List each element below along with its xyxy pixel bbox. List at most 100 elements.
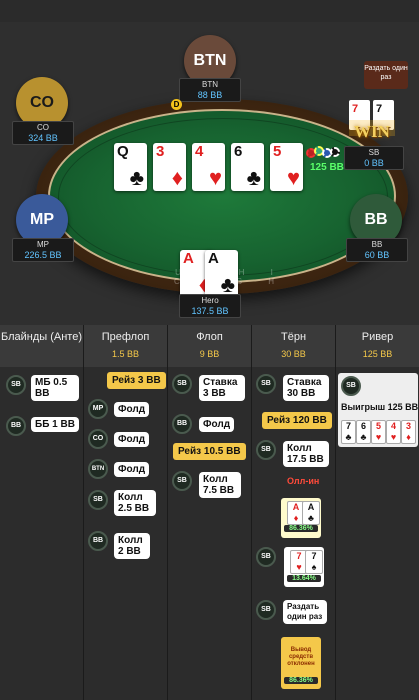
- river-hand-card-1: 7 ♣: [341, 420, 356, 444]
- river-hand-card-1-rank: 7: [345, 421, 351, 431]
- river-hand-card-3-suit-icon: ♥: [375, 432, 382, 442]
- seat-sb-name: SB: [368, 148, 380, 157]
- board-card-2-rank: 3: [156, 143, 165, 160]
- turn-sb3-position: SB: [256, 547, 276, 567]
- poker-table-area: U S H I C A S H Раздать один раз BTN BTN…: [0, 22, 419, 325]
- hero-card-1-rank: A: [183, 250, 194, 267]
- seat-mp-name: MP: [37, 240, 49, 249]
- board-card-5-suit-icon: ♥: [286, 165, 300, 190]
- seat-bb-plate: BB 60 BB: [346, 238, 408, 262]
- column-blinds-title: Блайнды (Анте): [0, 331, 82, 343]
- hero-card-2-rank: A: [208, 250, 219, 267]
- board-card-3-rank: 4: [195, 143, 204, 160]
- turn-sb4-position: SB: [256, 600, 276, 620]
- river-hand-card-2: 6 ♣: [356, 420, 371, 444]
- river-sb-position: SB: [341, 376, 361, 396]
- svg-text:7: 7: [352, 103, 358, 115]
- river-hand-card-4-rank: 4: [390, 421, 396, 431]
- preflop-hero-raise: Рейз 3 BB: [107, 372, 166, 389]
- turn-hero-equity: 86.36%: [284, 525, 318, 532]
- hero-card-2: A ♣: [205, 250, 238, 298]
- seat-co-name: CO: [37, 123, 49, 132]
- seat-hero-plate: Hero 137.5 BB: [179, 294, 241, 318]
- column-turn-header: Тёрн 30 BB: [252, 325, 335, 367]
- board-card-4: 6 ♣: [231, 143, 264, 191]
- seat-bb-name: BB: [371, 240, 383, 249]
- preflop-bb-position: BB: [88, 531, 108, 551]
- preflop-co-position: CO: [88, 429, 108, 449]
- column-river-header: Ривер 125 BB: [336, 325, 419, 367]
- turn-sb-action: Ставка 30 BB: [283, 375, 329, 401]
- turn-hero-raise: Рейз 120 BB: [262, 412, 332, 429]
- column-flop: Флоп 9 BB SB Ставка 3 BB BB Фолд Рейз 10…: [168, 325, 252, 700]
- seat-bb-avatar-label: BB: [364, 211, 388, 228]
- board-card-1-rank: Q: [117, 143, 129, 160]
- river-win-text: Выигрыш 125 BB: [341, 402, 419, 412]
- seat-mp-stack: 226.5 BB: [24, 250, 62, 260]
- board-card-2-suit-icon: ♦: [171, 165, 183, 190]
- flop-sb-position: SB: [172, 374, 192, 394]
- hand-history-panel: Блайнды (Анте) SB МБ 0.5 BB BB ББ 1 BB П…: [0, 325, 419, 700]
- flop-hero-raise: Рейз 10.5 BB: [173, 443, 246, 460]
- blinds-sb-position: SB: [6, 375, 26, 395]
- seat-hero-stack: 137.5 BB: [191, 306, 229, 316]
- turn-hero-card-2: A ♣: [302, 501, 320, 525]
- seat-btn-plate: BTN 88 BB: [179, 78, 241, 102]
- river-hand-card-5-rank: 3: [405, 421, 411, 431]
- turn-allin-label: Олл-ин: [287, 476, 320, 486]
- turn-run-once-action: Раздать один раз: [283, 600, 327, 624]
- blinds-sb-action: МБ 0.5 BB: [31, 375, 79, 401]
- turn-sb-equity: 13.64%: [287, 575, 321, 582]
- board-card-1-suit-icon: ♣: [129, 165, 144, 190]
- board-card-2: 3 ♦: [153, 143, 186, 191]
- river-hand-card-3-rank: 5: [375, 421, 381, 431]
- blinds-bb-action: ББ 1 BB: [31, 417, 79, 432]
- seat-co-stack: 324 BB: [28, 133, 58, 143]
- column-blinds: Блайнды (Анте) SB МБ 0.5 BB BB ББ 1 BB: [0, 325, 84, 700]
- seat-sb-stack: 0 BB: [364, 158, 384, 168]
- river-hand-card-4-suit-icon: ♥: [390, 432, 397, 442]
- flop-sb-action: Ставка 3 BB: [199, 375, 245, 401]
- board-card-3: 4 ♥: [192, 143, 225, 191]
- preflop-btn-action: Фолд: [114, 462, 150, 477]
- column-preflop-title: Префлоп: [101, 331, 150, 343]
- seat-bb-stack: 60 BB: [364, 250, 390, 260]
- column-flop-title: Флоп: [196, 331, 223, 343]
- preflop-sb-action: Колл 2.5 BB: [114, 490, 156, 516]
- river-hand-card-1-suit-icon: ♣: [345, 432, 352, 442]
- pot-amount: 125 BB: [310, 162, 344, 173]
- turn-sb2-position: SB: [256, 440, 276, 460]
- seat-sb-plate: SB 0 BB: [344, 146, 404, 170]
- river-hand-card-5-suit-icon: ♦: [406, 432, 411, 442]
- board-card-1: Q ♣: [114, 143, 147, 191]
- column-river-title: Ривер: [361, 331, 394, 343]
- seat-btn-name: BTN: [202, 80, 218, 89]
- column-river: Ривер 125 BB SB Выигрыш 125 BB 7 ♣ 6 ♣ 5 ♥ 4 ♥ 3…: [336, 325, 419, 700]
- flop-bb-action: Фолд: [199, 417, 235, 432]
- preflop-co-action: Фолд: [114, 432, 150, 447]
- pot-chips-icon: [306, 146, 340, 160]
- column-turn-pot: 30 BB: [281, 349, 306, 359]
- blinds-bb-position: BB: [6, 416, 26, 436]
- run-once-tip-button[interactable]: Раздать один раз: [364, 61, 408, 89]
- column-preflop: Префлоп 1.5 BB Рейз 3 BB MP Фолд CO Фолд…: [84, 325, 168, 700]
- turn-withdraw-text: Вывод средств отклонен: [287, 647, 315, 667]
- turn-sb2-action: Колл 17.5 BB: [283, 441, 329, 467]
- preflop-mp-action: Фолд: [114, 402, 150, 417]
- column-preflop-pot: 1.5 BB: [111, 349, 140, 359]
- top-status-bar: [0, 0, 419, 22]
- river-hand-card-2-suit-icon: ♣: [360, 432, 367, 442]
- flop-bb-position: BB: [172, 414, 192, 434]
- seat-co-avatar-label: CO: [30, 94, 54, 111]
- seat-mp-plate: MP 226.5 BB: [12, 238, 74, 262]
- board-card-4-rank: 6: [234, 143, 243, 160]
- win-label: WIN: [354, 122, 390, 141]
- river-hand-card-5: 3 ♦: [401, 420, 416, 444]
- flop-sb2-action: Колл 7.5 BB: [199, 472, 241, 498]
- column-turn-title: Тёрн: [280, 331, 307, 343]
- board-card-5-rank: 5: [273, 143, 282, 160]
- preflop-btn-position: BTN: [88, 459, 108, 479]
- seat-btn-avatar-label: BTN: [193, 52, 227, 69]
- preflop-mp-position: MP: [88, 399, 108, 419]
- column-turn: Тёрн 30 BB SB Ставка 30 BB Рейз 120 BB S…: [252, 325, 336, 700]
